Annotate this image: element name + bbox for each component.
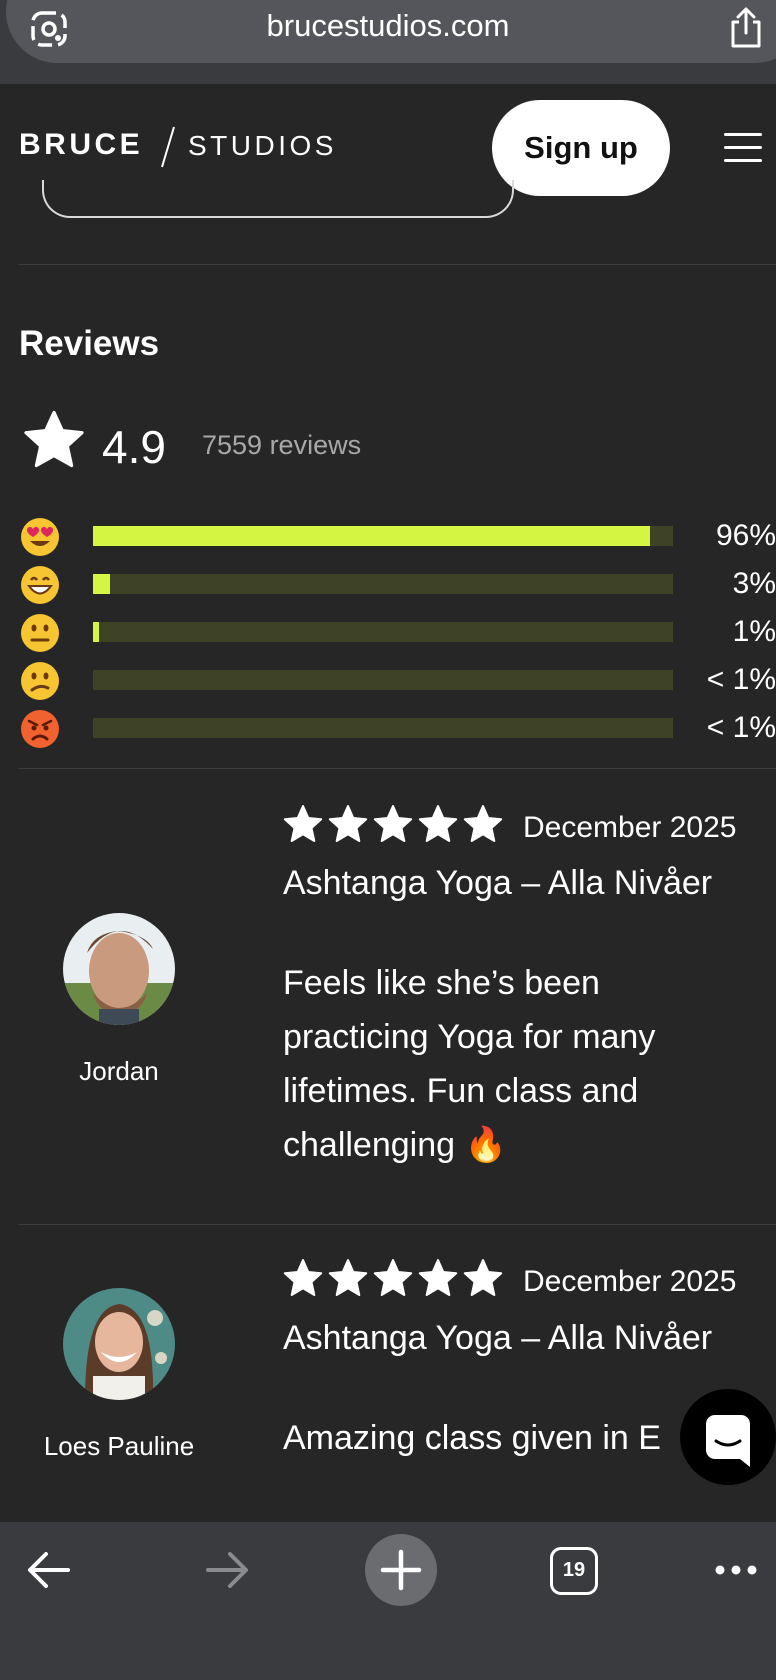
distribution-bar xyxy=(93,718,673,738)
forward-icon[interactable] xyxy=(196,1540,256,1600)
review-text: Amazing class given in E xyxy=(283,1411,683,1465)
distribution-bar xyxy=(93,670,673,690)
reviewer-name: Jordan xyxy=(79,1056,159,1086)
distribution-bar-fill xyxy=(93,622,99,642)
emoji-angry-icon xyxy=(20,709,60,749)
distribution-percent: < 1% xyxy=(706,711,776,744)
review-text-line: challenging 🔥 xyxy=(283,1126,507,1164)
emoji-neutral-icon xyxy=(20,613,60,653)
review-date: December 2025 xyxy=(523,811,737,844)
distribution-bar xyxy=(93,526,673,546)
distribution-bar-fill xyxy=(93,526,650,546)
review-class-title[interactable]: Ashtanga Yoga – Alla Nivåer xyxy=(283,864,712,903)
section-divider xyxy=(19,768,776,769)
reviews-heading: Reviews xyxy=(19,324,160,363)
browser-address-bar: brucestudios.com xyxy=(0,0,776,84)
avatar xyxy=(63,913,175,1025)
more-icon[interactable] xyxy=(706,1540,766,1600)
review-text-line: Feels like she’s been xyxy=(283,964,600,1002)
average-rating: 4.9 xyxy=(102,421,166,473)
share-icon[interactable] xyxy=(728,6,764,50)
new-tab-icon[interactable] xyxy=(365,1534,437,1606)
review-text-line: practicing Yoga for many xyxy=(283,1018,656,1056)
distribution-bar xyxy=(93,574,673,594)
hamburger-menu-icon[interactable] xyxy=(724,133,762,163)
browser-toolbar: 19 xyxy=(0,1522,776,1680)
review-count: 7559 reviews xyxy=(202,430,362,460)
emoji-confused-icon xyxy=(20,661,60,701)
section-divider xyxy=(19,1224,776,1225)
section-divider xyxy=(19,264,776,265)
logo-bruce[interactable]: BRUCE xyxy=(19,128,143,162)
review-text-line: Amazing class given in E xyxy=(283,1419,661,1457)
five-star-rating xyxy=(283,804,507,846)
review-text: Feels like she’s been practicing Yoga fo… xyxy=(283,956,723,1172)
star-icon xyxy=(22,410,86,472)
back-icon[interactable] xyxy=(20,1540,80,1600)
reviewer-name: Loes Pauline xyxy=(43,1431,195,1461)
sign-up-button[interactable]: Sign up xyxy=(492,100,670,196)
review-text-line: lifetimes. Fun class and xyxy=(283,1072,639,1110)
tabs-icon[interactable]: 19 xyxy=(550,1547,598,1595)
emoji-heart-eyes-icon xyxy=(20,517,60,557)
logo-studios[interactable]: STUDIOS xyxy=(188,130,337,162)
distribution-bar-fill xyxy=(93,574,110,594)
emoji-grin-icon xyxy=(20,565,60,605)
distribution-percent: 1% xyxy=(732,615,776,648)
chat-support-button[interactable] xyxy=(680,1389,776,1485)
distribution-percent: < 1% xyxy=(706,663,776,696)
distribution-percent: 96% xyxy=(715,519,776,552)
five-star-rating xyxy=(283,1258,507,1300)
avatar xyxy=(63,1288,175,1400)
partial-outlined-element xyxy=(42,180,514,218)
distribution-bar xyxy=(93,622,673,642)
url-text[interactable]: brucestudios.com xyxy=(0,8,776,44)
logo-slash xyxy=(160,125,176,169)
review-class-title[interactable]: Ashtanga Yoga – Alla Nivåer xyxy=(283,1319,712,1358)
review-date: December 2025 xyxy=(523,1265,737,1298)
distribution-percent: 3% xyxy=(732,567,776,600)
